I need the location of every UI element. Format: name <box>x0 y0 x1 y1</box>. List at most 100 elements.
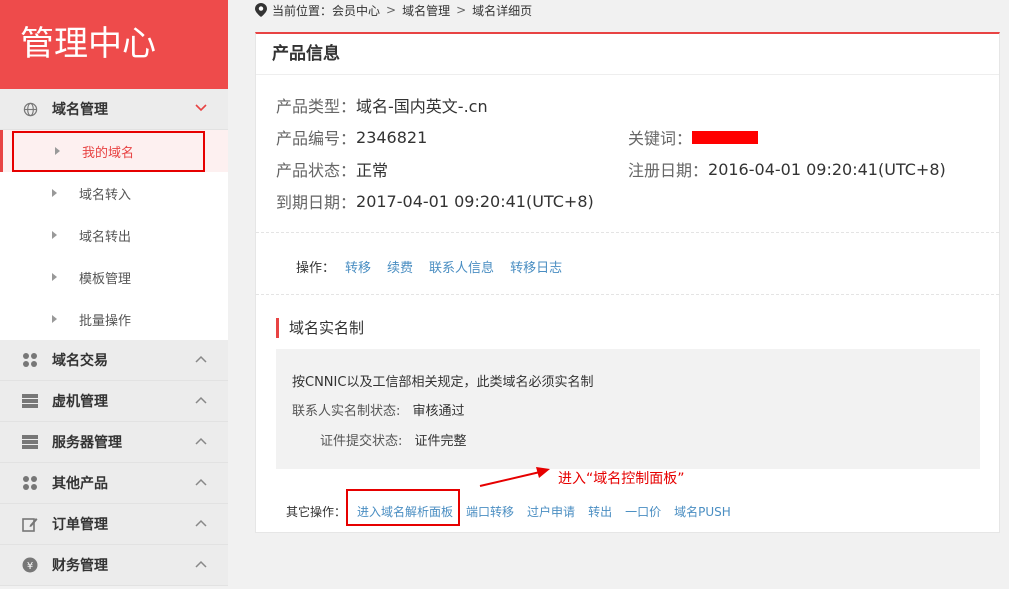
sidebar-group-label: 域名交易 <box>52 353 108 369</box>
op-renew-link[interactable]: 续费 <box>387 257 413 276</box>
breadcrumb-separator: > <box>456 3 467 17</box>
breadcrumb-prefix: 当前位置： <box>272 3 333 18</box>
register-date-value: 2016-04-01 09:20:41(UTC+8) <box>708 159 946 179</box>
port-transfer-link[interactable]: 端口转移 <box>466 503 514 520</box>
caret-right-icon <box>55 147 60 155</box>
operations-label: 操作： <box>296 260 336 276</box>
product-id-label: 产品编号： <box>276 129 357 148</box>
grid-icon <box>22 352 38 368</box>
sidebar-group-finance-management[interactable]: ¥ 财务管理 <box>0 545 228 586</box>
sidebar-group-label: 虚机管理 <box>52 394 108 410</box>
ownership-transfer-link[interactable]: 过户申请 <box>527 503 575 520</box>
sidebar-group-label: 财务管理 <box>52 558 108 574</box>
chevron-up-icon <box>194 393 208 407</box>
breadcrumb-item-domain-detail: 域名详细页 <box>472 3 533 18</box>
product-id-value: 2346821 <box>356 127 428 147</box>
product-id-row: 产品编号： 2346821 <box>276 127 428 149</box>
globe-icon <box>22 101 38 117</box>
caret-right-icon <box>52 189 57 197</box>
register-date-label: 注册日期： <box>628 161 709 180</box>
contact-realname-label: 联系人实名制状态: <box>292 404 401 419</box>
other-operations-label: 其它操作： <box>286 504 347 519</box>
redacted-keyword <box>692 130 759 144</box>
document-status-value: 证件完整 <box>414 434 467 449</box>
chevron-down-icon <box>194 101 208 115</box>
sidebar-item-label: 域名转入 <box>79 187 132 203</box>
sidebar-group-vhost-management[interactable]: 虚机管理 <box>0 381 228 422</box>
yen-icon: ¥ <box>22 557 38 573</box>
sidebar-group-server-management[interactable]: 服务器管理 <box>0 422 228 463</box>
fixed-price-link[interactable]: 一口价 <box>625 503 661 520</box>
caret-right-icon <box>52 273 57 281</box>
register-date-row: 注册日期： 2016-04-01 09:20:41(UTC+8) <box>628 159 946 181</box>
chevron-up-icon <box>194 434 208 448</box>
breadcrumb: 当前位置： 会员中心 > 域名管理 > 域名详细页 <box>255 0 532 20</box>
svg-text:¥: ¥ <box>27 561 33 572</box>
sidebar-item-domain-transfer-out[interactable]: 域名转出 <box>0 214 228 256</box>
sidebar-group-label: 服务器管理 <box>52 435 122 451</box>
divider <box>256 294 999 295</box>
expire-date-value: 2017-04-01 09:20:41(UTC+8) <box>356 191 594 211</box>
sidebar-group-label: 订单管理 <box>52 517 108 533</box>
chevron-up-icon <box>194 516 208 530</box>
sidebar-item-label: 模板管理 <box>79 271 132 287</box>
sidebar-group-label: 域名管理 <box>52 102 108 118</box>
keyword-label: 关键词： <box>628 129 693 148</box>
expire-date-row: 到期日期： 2017-04-01 09:20:41(UTC+8) <box>276 191 594 213</box>
sidebar-group-other-products[interactable]: 其他产品 <box>0 463 228 504</box>
breadcrumb-item-member-center[interactable]: 会员中心 <box>332 2 380 19</box>
edit-icon <box>22 516 38 532</box>
op-contact-info-link[interactable]: 联系人信息 <box>429 257 494 276</box>
sidebar: 管理中心 域名管理 我的域名 域名转入 域名转出 模板管理 批量操作 域名交易 <box>0 0 228 589</box>
op-transfer-link[interactable]: 转移 <box>345 257 371 276</box>
breadcrumb-separator: > <box>386 3 397 17</box>
other-operations-row: 其它操作： 进入域名解析面板 端口转移 过户申请 转出 一口价 域名PUSH <box>286 502 744 520</box>
sidebar-item-template-management[interactable]: 模板管理 <box>0 256 228 298</box>
grid-icon <box>22 475 38 491</box>
sidebar-item-my-domains[interactable]: 我的域名 <box>0 130 228 172</box>
product-status-row: 产品状态： 正常 <box>276 159 389 180</box>
location-pin-icon <box>255 3 267 17</box>
product-type-row: 产品类型： 域名-国内英文-.cn <box>276 95 488 116</box>
caret-right-icon <box>52 315 57 323</box>
chevron-up-icon <box>194 557 208 571</box>
chevron-up-icon <box>194 352 208 366</box>
operations-row: 操作： 转移 续费 联系人信息 转移日志 <box>296 256 578 276</box>
chevron-up-icon <box>194 475 208 489</box>
expire-date-label: 到期日期： <box>276 193 357 212</box>
sidebar-group-domain-trading[interactable]: 域名交易 <box>0 340 228 381</box>
product-info-card: 产品信息 产品类型： 域名-国内英文-.cn 产品编号： 2346821 关键词… <box>255 32 1000 533</box>
keyword-row: 关键词： <box>628 127 759 148</box>
card-title: 产品信息 <box>256 34 999 75</box>
sidebar-item-batch-operations[interactable]: 批量操作 <box>0 298 228 340</box>
sidebar-item-domain-transfer-in[interactable]: 域名转入 <box>0 172 228 214</box>
document-status: 证件提交状态: 证件完整 <box>320 430 467 449</box>
sidebar-group-order-management[interactable]: 订单管理 <box>0 504 228 545</box>
document-status-label: 证件提交状态: <box>320 434 403 449</box>
product-type-label: 产品类型： <box>276 97 357 116</box>
server-icon <box>22 393 38 409</box>
product-status-label: 产品状态： <box>276 161 357 180</box>
op-transfer-log-link[interactable]: 转移日志 <box>510 257 562 276</box>
contact-realname-status: 联系人实名制状态: 审核通过 <box>292 400 465 419</box>
dns-panel-link[interactable]: 进入域名解析面板 <box>357 503 453 520</box>
product-type-value: 域名-国内英文-.cn <box>356 97 488 116</box>
sidebar-group-domain-management[interactable]: 域名管理 <box>0 89 228 130</box>
sidebar-item-label: 我的域名 <box>82 145 135 161</box>
contact-realname-value: 审核通过 <box>412 404 465 419</box>
domain-push-link[interactable]: 域名PUSH <box>674 503 731 520</box>
divider <box>256 232 999 233</box>
product-status-value: 正常 <box>356 161 389 180</box>
annotation-arrow-icon <box>479 467 550 487</box>
sidebar-group-label: 其他产品 <box>52 476 108 492</box>
realname-section-title: 域名实名制 <box>276 318 364 338</box>
sidebar-item-label: 批量操作 <box>79 313 132 329</box>
server-icon <box>22 434 38 450</box>
brand-title: 管理中心 <box>0 0 228 89</box>
breadcrumb-item-domain-management[interactable]: 域名管理 <box>402 2 450 19</box>
realname-panel: 按CNNIC以及工信部相关规定，此类域名必须实名制 联系人实名制状态: 审核通过… <box>276 349 980 469</box>
realname-notice: 按CNNIC以及工信部相关规定，此类域名必须实名制 <box>292 375 594 390</box>
annotation-text: 进入“域名控制面板” <box>558 471 685 487</box>
sidebar-item-label: 域名转出 <box>79 229 132 245</box>
transfer-out-link[interactable]: 转出 <box>588 503 612 520</box>
